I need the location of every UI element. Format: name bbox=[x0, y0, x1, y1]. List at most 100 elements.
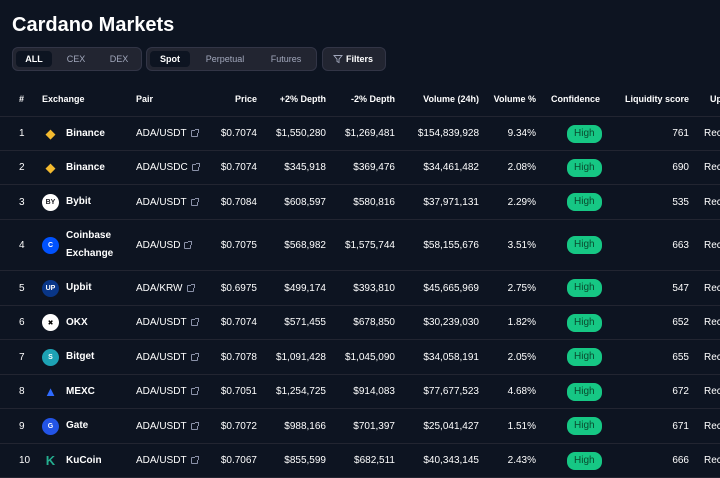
price-cell: $0.7074 bbox=[220, 128, 257, 139]
pair-link[interactable]: ADA/KRW bbox=[136, 271, 195, 305]
col-pair[interactable]: Pair bbox=[136, 94, 153, 104]
pair-link[interactable]: ADA/USDT bbox=[136, 117, 199, 150]
liquidity-cell: 547 bbox=[672, 282, 689, 294]
volume-pct-cell: 1.51% bbox=[507, 420, 536, 432]
col-depth-plus[interactable]: +2% Depth bbox=[280, 94, 326, 104]
pair-label: ADA/USDT bbox=[136, 128, 187, 139]
binance-logo: ◆ bbox=[42, 125, 59, 142]
pair-label: ADA/USDT bbox=[136, 386, 187, 397]
exchange-cell[interactable]: ◆ Binance bbox=[42, 117, 126, 150]
pair-label: ADA/KRW bbox=[136, 282, 183, 294]
price-cell: $0.7084 bbox=[220, 196, 257, 208]
pair-link[interactable]: ADA/USD bbox=[136, 220, 193, 270]
exchange-type-toggle: ALL CEX DEX bbox=[12, 47, 142, 71]
updated-cell: Rec bbox=[704, 455, 720, 466]
pair-link[interactable]: ADA/USDT bbox=[136, 340, 199, 374]
market-perpetual-option[interactable]: Perpetual bbox=[194, 51, 256, 67]
col-price[interactable]: Price bbox=[235, 94, 257, 104]
confidence-cell: High bbox=[567, 185, 602, 219]
market-futures-option[interactable]: Futures bbox=[259, 51, 313, 67]
volume-cell: $37,971,131 bbox=[423, 196, 479, 208]
pair-link[interactable]: ADA/USDC bbox=[136, 151, 200, 184]
depth-minus-cell: $369,476 bbox=[353, 162, 395, 173]
table-row[interactable]: 9 G Gate ADA/USDT $0.7072 $988,166 $701,… bbox=[0, 409, 720, 444]
confidence-badge: High bbox=[567, 313, 602, 332]
table-row[interactable]: 8 ▲ MEXC ADA/USDT $0.7051 $1,254,725 $91… bbox=[0, 375, 720, 409]
confidence-cell: High bbox=[567, 151, 602, 184]
col-rank[interactable]: # bbox=[19, 94, 24, 104]
rank-cell: 8 bbox=[19, 386, 25, 397]
depth-plus-cell: $608,597 bbox=[284, 196, 326, 208]
external-link-icon bbox=[190, 456, 199, 464]
type-dex-option[interactable]: DEX bbox=[100, 51, 138, 67]
depth-plus-cell: $1,254,725 bbox=[275, 386, 326, 397]
rank-cell: 6 bbox=[19, 317, 25, 328]
okx-logo: ✖ bbox=[42, 314, 59, 331]
price-cell: $0.7074 bbox=[220, 317, 257, 328]
price-cell: $0.7074 bbox=[220, 162, 257, 173]
volume-cell: $40,343,145 bbox=[423, 455, 479, 466]
type-cex-option[interactable]: CEX bbox=[57, 51, 95, 67]
exchange-cell[interactable]: ▲ MEXC bbox=[42, 375, 126, 408]
confidence-badge: High bbox=[567, 236, 602, 254]
depth-minus-cell: $393,810 bbox=[353, 282, 395, 294]
price-cell: $0.7072 bbox=[220, 420, 257, 432]
exchange-name: Binance bbox=[66, 127, 105, 139]
table-row[interactable]: 6 ✖ OKX ADA/USDT $0.7074 $571,455 $678,8… bbox=[0, 306, 720, 340]
volume-cell: $58,155,676 bbox=[423, 239, 479, 251]
col-exchange[interactable]: Exchange bbox=[42, 94, 85, 104]
table-row[interactable]: 10 K KuCoin ADA/USDT $0.7067 $855,599 $6… bbox=[0, 444, 720, 478]
pair-link[interactable]: ADA/USDT bbox=[136, 444, 199, 477]
table-row[interactable]: 2 ◆ Binance ADA/USDC $0.7074 $345,918 $3… bbox=[0, 151, 720, 185]
col-liquidity[interactable]: Liquidity score bbox=[625, 94, 689, 104]
type-all-option[interactable]: ALL bbox=[16, 51, 52, 67]
confidence-cell: High bbox=[567, 271, 602, 305]
table-row[interactable]: 1 ◆ Binance ADA/USDT $0.7074 $1,550,280 … bbox=[0, 117, 720, 151]
volume-cell: $154,839,928 bbox=[417, 128, 479, 139]
table-row[interactable]: 7 S Bitget ADA/USDT $0.7078 $1,091,428 $… bbox=[0, 340, 720, 375]
liquidity-cell: 652 bbox=[672, 317, 689, 328]
exchange-cell[interactable]: S Bitget bbox=[42, 340, 126, 374]
filters-button[interactable]: Filters bbox=[322, 47, 386, 71]
price-cell: $0.7067 bbox=[220, 455, 257, 466]
rank-cell: 3 bbox=[19, 196, 25, 208]
confidence-badge: High bbox=[567, 124, 602, 143]
col-depth-minus[interactable]: -2% Depth bbox=[351, 94, 395, 104]
exchange-cell[interactable]: ✖ OKX bbox=[42, 306, 126, 339]
exchange-cell[interactable]: ◆ Binance bbox=[42, 151, 126, 184]
col-volume[interactable]: Volume (24h) bbox=[423, 94, 479, 104]
table-row[interactable]: 3 BY Bybit ADA/USDT $0.7084 $608,597 $58… bbox=[0, 185, 720, 220]
price-cell: $0.6975 bbox=[220, 282, 257, 294]
filters-label: Filters bbox=[346, 54, 374, 64]
exchange-cell[interactable]: UP Upbit bbox=[42, 271, 126, 305]
volume-pct-cell: 2.08% bbox=[507, 162, 536, 173]
pair-link[interactable]: ADA/USDT bbox=[136, 306, 199, 339]
col-confidence[interactable]: Confidence bbox=[551, 94, 600, 104]
bitget-logo: S bbox=[42, 348, 59, 366]
exchange-cell[interactable]: BY Bybit bbox=[42, 185, 126, 219]
external-link-icon bbox=[190, 387, 199, 395]
table-row[interactable]: 4 C Coinbase Exchange ADA/USD $0.7075 $5… bbox=[0, 220, 720, 271]
table-row[interactable]: 5 UP Upbit ADA/KRW $0.6975 $499,174 $393… bbox=[0, 271, 720, 306]
updated-cell: Rec bbox=[704, 317, 720, 328]
depth-plus-cell: $345,918 bbox=[284, 162, 326, 173]
exchange-cell[interactable]: C Coinbase Exchange bbox=[42, 220, 126, 270]
page-title: Cardano Markets bbox=[12, 14, 175, 36]
depth-minus-cell: $1,269,481 bbox=[344, 128, 395, 139]
pair-link[interactable]: ADA/USDT bbox=[136, 185, 199, 219]
exchange-cell[interactable]: K KuCoin bbox=[42, 444, 126, 477]
updated-cell: Rec bbox=[704, 239, 720, 251]
market-spot-option[interactable]: Spot bbox=[150, 51, 190, 67]
pair-link[interactable]: ADA/USDT bbox=[136, 409, 199, 443]
rank-cell: 10 bbox=[19, 455, 31, 466]
col-updated[interactable]: Up bbox=[710, 94, 720, 104]
exchange-cell[interactable]: G Gate bbox=[42, 409, 126, 443]
pair-label: ADA/USDT bbox=[136, 351, 187, 363]
col-volume-pct[interactable]: Volume % bbox=[494, 94, 536, 104]
volume-pct-cell: 2.43% bbox=[507, 455, 536, 466]
external-link-icon bbox=[184, 240, 193, 249]
volume-pct-cell: 2.75% bbox=[507, 282, 536, 294]
binance-logo: ◆ bbox=[42, 159, 59, 176]
rank-cell: 1 bbox=[19, 128, 25, 139]
pair-link[interactable]: ADA/USDT bbox=[136, 375, 199, 408]
